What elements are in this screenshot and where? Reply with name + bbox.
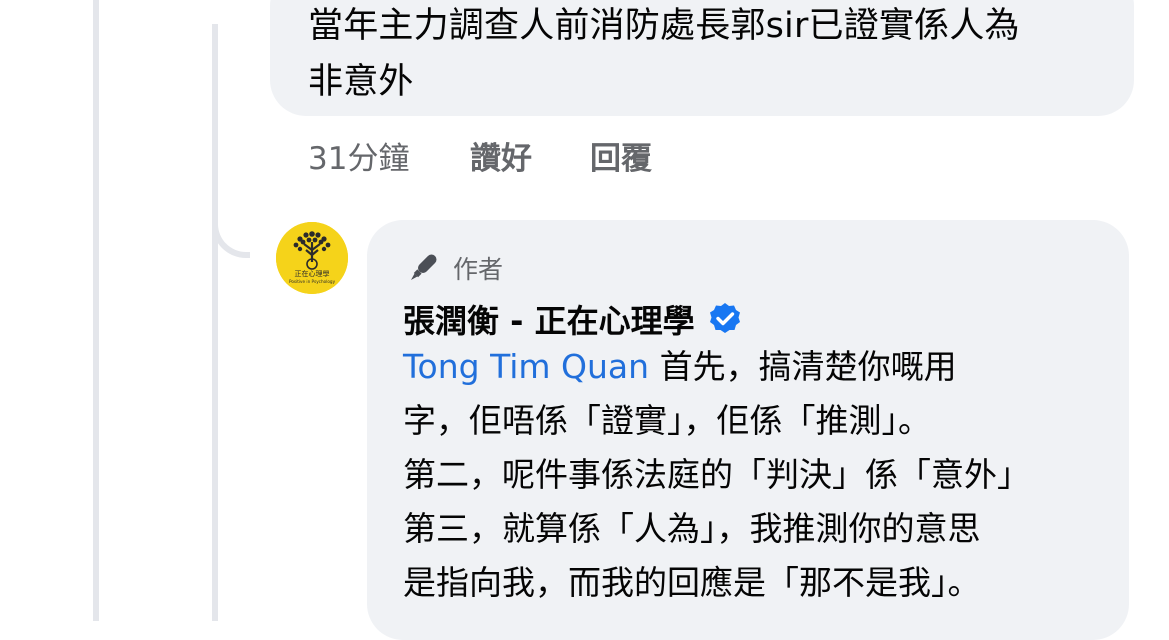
- reply-button[interactable]: 回覆: [590, 133, 652, 178]
- verified-badge-icon: [709, 303, 740, 333]
- comment-line: 非意外: [308, 62, 414, 102]
- author-name-link[interactable]: 張潤衡 - 正在心理學: [403, 296, 695, 342]
- comment-timestamp[interactable]: 31分鐘: [308, 133, 470, 178]
- reply-line: Tong Tim Quan 首先，搞清楚你嘅用: [403, 340, 1103, 394]
- reply-line: 是指向我，而我的回應是「那不是我」。: [403, 563, 981, 602]
- avatar[interactable]: 正在心理學 Positive in Psychology: [276, 222, 348, 294]
- author-reply-text: Tong Tim Quan 首先，搞清楚你嘅用 字，佢唔係「證實」，佢係「推測」…: [403, 340, 1103, 610]
- avatar-text-en: Positive in Psychology: [289, 279, 336, 284]
- mention-link[interactable]: Tong Tim Quan: [403, 347, 649, 386]
- tree-logo-icon: 正在心理學 Positive in Psychology: [276, 222, 348, 294]
- reply-text-segment: 首先，搞清楚你嘅用: [649, 347, 957, 386]
- previous-comment-text: 當年主力調查人前消防處長郭sir已證實係人為 非意外: [308, 0, 1128, 110]
- comment-line: 當年主力調查人前消防處長郭sir已證實係人為: [308, 6, 1020, 46]
- avatar-text-cn: 正在心理學: [295, 269, 330, 278]
- reply-line: 字，佢唔係「證實」，佢係「推測」。: [403, 401, 931, 440]
- author-name-row: 張潤衡 - 正在心理學: [403, 296, 743, 342]
- author-badge-label: 作者: [453, 255, 504, 284]
- thread-line-inner: [212, 24, 218, 621]
- reply-line: 第三，就算係「人為」，我推測你的意思: [403, 509, 981, 548]
- previous-comment-bubble: 當年主力調查人前消防處長郭sir已證實係人為 非意外: [270, 0, 1134, 116]
- like-button[interactable]: 讚好: [470, 133, 590, 178]
- author-badge: 作者: [403, 248, 503, 288]
- thread-line-outer: [93, 0, 99, 621]
- reply-line: 第二，呢件事係法庭的「判決」係「意外」: [403, 455, 1030, 494]
- pen-icon: [410, 254, 437, 281]
- comment-actions: 31分鐘 讚好 回覆: [308, 133, 652, 177]
- author-reply-bubble: 作者 張潤衡 - 正在心理學 Tong Tim Quan 首先，搞清楚你嘅用 字…: [367, 220, 1129, 640]
